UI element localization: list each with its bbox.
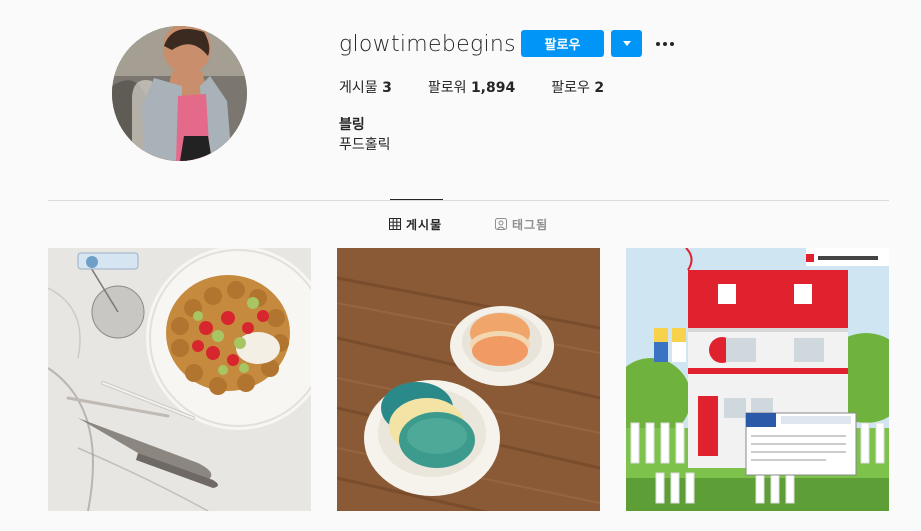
chevron-down-icon <box>622 41 631 46</box>
lego-house-photo <box>626 248 889 511</box>
post-thumbnail-1[interactable] <box>48 248 311 511</box>
tab-posts[interactable]: 게시물 <box>389 215 442 233</box>
tab-tagged[interactable]: 태그됨 <box>495 215 548 233</box>
followers-stat[interactable]: 팔로워 1,894 <box>428 78 515 98</box>
waffle-photo <box>48 248 311 511</box>
bio-name: 블링 <box>339 117 365 133</box>
posts-stat: 게시물 3 <box>339 78 392 98</box>
tag-person-icon <box>495 218 507 230</box>
post-thumbnail-2[interactable] <box>337 248 600 511</box>
followers-stat-label: 팔로워 <box>427 80 467 96</box>
macaron-photo <box>337 248 600 511</box>
post-thumbnail-3[interactable] <box>626 248 889 511</box>
tab-posts-label: 게시물 <box>406 217 443 232</box>
profile-stats: 게시물 3 팔로워 1,894 팔로우 2 <box>339 78 640 98</box>
followers-stat-count: 1,894 <box>470 80 516 96</box>
tab-tagged-label: 태그됨 <box>512 217 549 232</box>
follow-button[interactable]: 팔로우 <box>521 30 604 57</box>
following-stat-count: 2 <box>594 80 605 96</box>
more-icon <box>656 41 674 46</box>
more-options-button[interactable] <box>652 30 678 57</box>
suggestions-dropdown-button[interactable] <box>611 30 642 57</box>
active-tab-indicator <box>390 199 443 200</box>
following-stat[interactable]: 팔로우 2 <box>551 78 604 98</box>
posts-stat-count: 3 <box>382 80 392 96</box>
grid-icon <box>389 218 401 230</box>
following-stat-label: 팔로우 <box>551 80 590 96</box>
posts-stat-label: 게시물 <box>339 80 378 96</box>
profile-username: glowtimebegins <box>339 32 516 57</box>
tabs-divider <box>48 200 889 201</box>
profile-avatar[interactable] <box>112 26 247 161</box>
bio-text: 푸드홀릭 <box>339 137 391 153</box>
